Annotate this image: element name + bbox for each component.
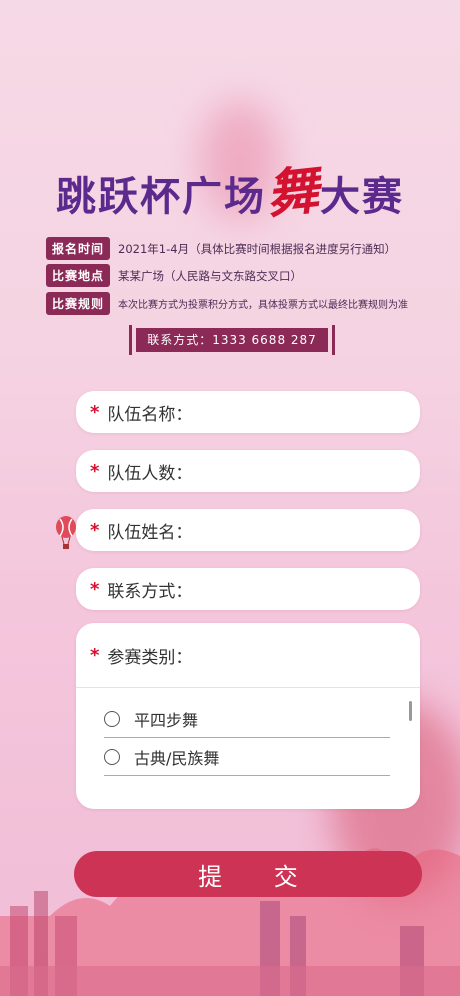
team-member-field[interactable]: * 队伍姓名： [76,509,420,551]
radio-button[interactable] [104,749,120,765]
scrollbar[interactable] [409,701,412,721]
info-row-location: 比赛地点 某某广场（人民路与文东路交叉口） [46,264,302,287]
category-header: * 参赛类别： [76,623,420,688]
option-label: 古典/民族舞 [134,749,220,768]
info-row-rules: 比赛规则 本次比赛方式为投票积分方式，具体投票方式以最终比赛规则为准 [46,292,408,315]
field-label: 参赛类别： [107,647,193,668]
field-label: 队伍姓名： [107,522,193,543]
submit-button[interactable]: 提 交 [74,851,422,897]
team-name-field[interactable]: * 队伍名称： [76,391,420,433]
info-tag: 比赛地点 [46,264,111,287]
field-label: 联系方式： [107,581,193,602]
title-part1: 跳跃杯广场 [55,174,266,220]
info-tag: 报名时间 [46,237,111,260]
radio-button[interactable] [104,711,120,727]
team-member-input[interactable] [192,520,406,540]
required-mark: * [90,519,100,541]
title-dance-char: 舞 [263,160,324,226]
category-option[interactable]: 古典/民族舞 [104,739,390,776]
team-name-input[interactable] [192,402,406,422]
info-text: 某某广场（人民路与文东路交叉口） [118,268,303,283]
phone-field[interactable]: * 联系方式： [76,568,420,610]
required-mark: * [90,644,100,666]
team-count-input[interactable] [192,461,406,481]
contact-banner: 联系方式：1333 6688 287 [129,325,335,355]
field-label: 队伍名称： [107,404,193,425]
hot-air-balloon-icon [56,516,76,549]
required-mark: * [90,401,100,423]
info-text: 2021年1-4月（具体比赛时间根据报名进度另行通知） [118,241,397,256]
page-title: 跳跃杯广场舞大赛 [0,150,460,225]
required-mark: * [90,460,100,482]
info-tag: 比赛规则 [46,292,111,315]
phone-input[interactable] [192,579,406,599]
info-row-time: 报名时间 2021年1-4月（具体比赛时间根据报名进度另行通知） [46,237,396,260]
required-mark: * [90,578,100,600]
team-count-field[interactable]: * 队伍人数： [76,450,420,492]
option-label: 平四步舞 [134,711,199,730]
info-text: 本次比赛方式为投票积分方式，具体投票方式以最终比赛规则为准 [118,300,409,311]
field-label: 队伍人数： [107,463,193,484]
title-part2: 大赛 [320,174,404,220]
category-field: * 参赛类别： 平四步舞 古典/民族舞 [76,623,420,809]
category-option[interactable]: 平四步舞 [104,701,390,738]
